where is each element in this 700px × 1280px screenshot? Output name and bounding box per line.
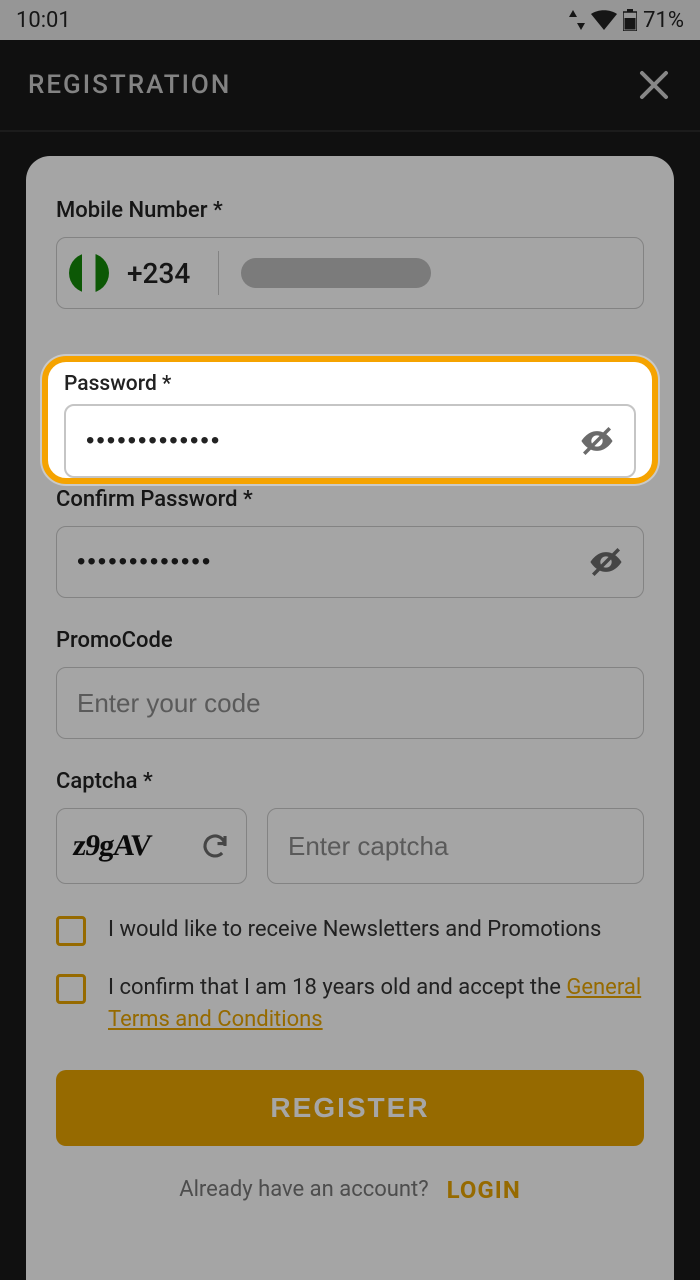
captcha-input-box[interactable] — [267, 808, 644, 884]
mobile-label: Mobile Number * — [56, 198, 644, 223]
captcha-field: Captcha * z9gAV — [56, 769, 644, 884]
status-time: 10:01 — [16, 8, 71, 33]
eye-off-icon — [580, 424, 614, 458]
header-divider — [0, 130, 700, 132]
status-icons: 71% — [569, 8, 684, 33]
mobile-field: Mobile Number * +234 — [56, 198, 644, 309]
toggle-visibility-button[interactable] — [580, 424, 614, 458]
captcha-label: Captcha * — [56, 769, 644, 794]
captcha-input[interactable] — [288, 831, 623, 862]
age-confirm-text: I confirm that I am 18 years old and acc… — [108, 972, 644, 1036]
promocode-input-box[interactable] — [56, 667, 644, 739]
password-input-box[interactable] — [64, 404, 636, 478]
captcha-image-box: z9gAV — [56, 808, 247, 884]
promocode-field: PromoCode — [56, 628, 644, 739]
confirm-password-label: Confirm Password * — [56, 487, 644, 512]
toggle-visibility-button[interactable] — [589, 545, 623, 579]
status-bar: 10:01 71% — [0, 0, 700, 40]
wifi-icon — [591, 10, 617, 30]
eye-off-icon — [589, 545, 623, 579]
login-footer: Already have an account? LOGIN — [56, 1176, 644, 1204]
promocode-input[interactable] — [77, 688, 623, 719]
phone-value-redacted — [241, 258, 431, 288]
footer-text: Already have an account? — [179, 1177, 428, 1202]
close-icon — [638, 69, 670, 101]
age-confirm-row: I confirm that I am 18 years old and acc… — [56, 972, 644, 1036]
password-field-highlight: Password * — [42, 356, 658, 484]
close-button[interactable] — [636, 67, 672, 103]
dial-code: +234 — [127, 257, 190, 290]
app-header: REGISTRATION — [0, 40, 700, 130]
registration-card: Mobile Number * +234 Confirm Password * … — [26, 156, 674, 1280]
newsletter-row: I would like to receive Newsletters and … — [56, 914, 644, 946]
page-title: REGISTRATION — [28, 70, 231, 100]
data-icon — [569, 10, 585, 30]
battery-icon — [623, 9, 637, 31]
newsletter-text: I would like to receive Newsletters and … — [108, 914, 601, 946]
mobile-input-box[interactable]: +234 — [56, 237, 644, 309]
promocode-label: PromoCode — [56, 628, 644, 653]
register-button[interactable]: REGISTER — [56, 1070, 644, 1146]
captcha-refresh-button[interactable] — [200, 831, 230, 861]
battery-percent: 71% — [643, 8, 684, 33]
confirm-password-input-box[interactable] — [56, 526, 644, 598]
refresh-icon — [200, 831, 230, 861]
separator — [218, 251, 219, 295]
password-input[interactable] — [86, 427, 562, 455]
login-link[interactable]: LOGIN — [447, 1176, 521, 1204]
age-confirm-checkbox[interactable] — [56, 974, 86, 1004]
password-label: Password * — [64, 372, 636, 396]
newsletter-checkbox[interactable] — [56, 916, 86, 946]
captcha-text: z9gAV — [71, 829, 152, 863]
age-confirm-prefix: I confirm that I am 18 years old and acc… — [108, 975, 566, 1000]
confirm-password-input[interactable] — [77, 548, 571, 576]
country-flag-icon — [69, 253, 109, 293]
confirm-password-field: Confirm Password * — [56, 487, 644, 598]
